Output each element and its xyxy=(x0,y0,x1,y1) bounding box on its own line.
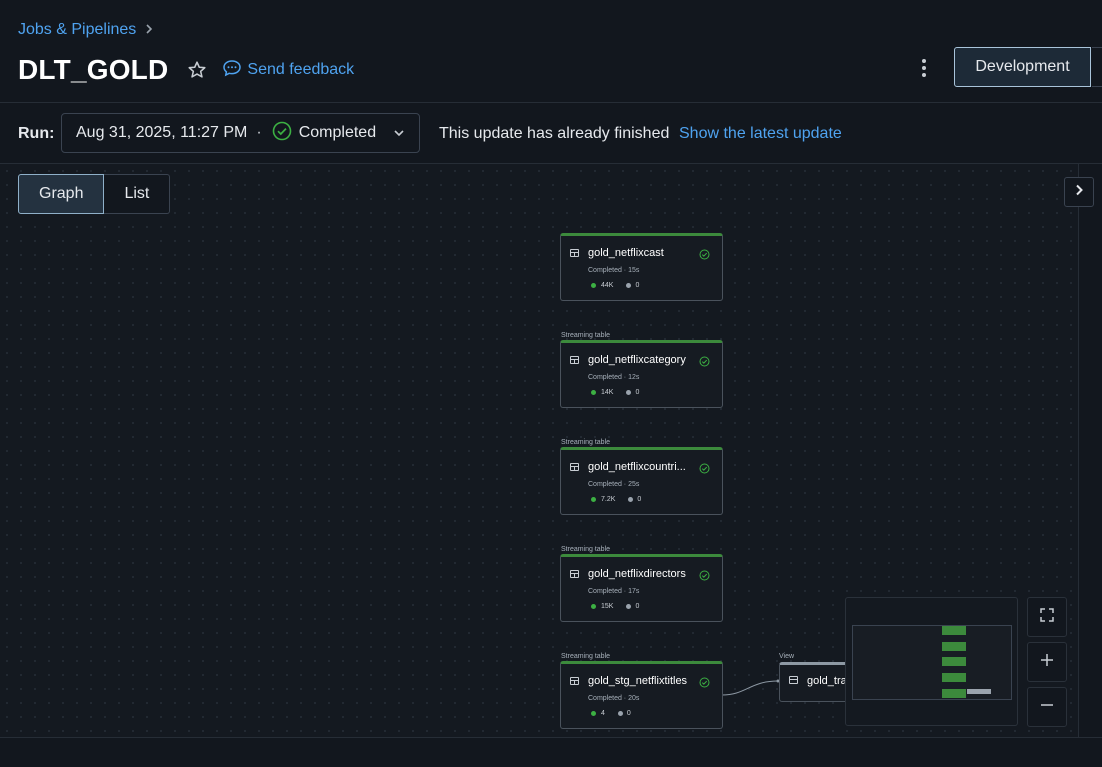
minimap-node xyxy=(942,673,966,682)
node-metrics: 7.2K 0 xyxy=(591,496,641,503)
node-status: Completed · 15s xyxy=(588,267,640,274)
minimap-node xyxy=(942,626,966,635)
graph-node-gold-netflixdirectors[interactable]: gold_netflixdirectors Completed · 17s 15… xyxy=(560,554,723,622)
rows-written: 14K xyxy=(601,389,614,396)
footer-divider xyxy=(0,737,1102,738)
separator-dot: · xyxy=(256,124,262,141)
node-name: gold_netflixcountri... xyxy=(588,461,686,473)
check-circle-icon xyxy=(699,247,710,265)
send-feedback-button[interactable]: Send feedback xyxy=(222,58,354,83)
rows-dropped: 0 xyxy=(635,282,640,289)
side-panel-divider xyxy=(1078,164,1079,737)
update-finished-message: This update has already finished xyxy=(439,125,670,142)
node-type-label: Streaming table xyxy=(561,439,611,446)
minimap-node xyxy=(942,689,966,698)
node-metrics: 15K 0 xyxy=(591,603,639,610)
graph-node-view[interactable]: gold_tra xyxy=(779,662,849,702)
rows-written: 7.2K xyxy=(601,496,616,503)
node-status: Completed · 20s xyxy=(588,695,640,702)
graph-minimap[interactable] xyxy=(845,597,1018,726)
rows-dropped: 0 xyxy=(626,710,631,717)
table-icon xyxy=(789,676,798,684)
graph-node-gold-netflixcountries[interactable]: gold_netflixcountri... Completed · 25s 7… xyxy=(560,447,723,515)
speech-bubble-icon xyxy=(222,58,242,83)
graph-node-gold-netflixcategory[interactable]: gold_netflixcategory Completed · 12s 14K… xyxy=(560,340,723,408)
graph-node-gold-stg-netflixtitles[interactable]: gold_stg_netflixtitles Completed · 20s 4… xyxy=(560,661,723,729)
rows-dropped: 0 xyxy=(637,496,642,503)
table-icon xyxy=(570,677,579,685)
plus-icon xyxy=(1039,652,1055,673)
page-header: Jobs & Pipelines DLT_GOLD Send feedback … xyxy=(0,0,1102,103)
node-metrics: 14K 0 xyxy=(591,389,639,396)
check-circle-icon xyxy=(699,461,710,479)
minus-icon xyxy=(1039,697,1055,718)
node-status: Completed · 12s xyxy=(588,374,640,381)
page-title: DLT_GOLD xyxy=(18,54,169,85)
node-status: Completed · 25s xyxy=(588,481,640,488)
check-circle-icon xyxy=(699,675,710,693)
view-toggle: Graph List xyxy=(18,174,171,214)
node-status: Completed · 17s xyxy=(588,588,640,595)
minimap-node xyxy=(942,642,966,651)
node-name: gold_netflixdirectors xyxy=(588,568,686,580)
node-type-label: Streaming table xyxy=(561,546,611,553)
rows-written: 15K xyxy=(601,603,614,610)
chevron-right-icon xyxy=(144,22,154,39)
node-type-label: Streaming table xyxy=(561,653,611,660)
table-icon xyxy=(570,570,579,578)
check-circle-icon xyxy=(699,568,710,586)
fullscreen-icon xyxy=(1039,607,1055,628)
run-label: Run: xyxy=(18,125,55,142)
rows-written: 44K xyxy=(601,282,614,289)
run-bar: Run: Aug 31, 2025, 11:27 PM · Completed … xyxy=(0,103,1102,164)
development-button[interactable]: Development xyxy=(954,47,1091,87)
run-status: Completed xyxy=(298,124,377,141)
node-metrics: 4 0 xyxy=(591,710,631,717)
fullscreen-button[interactable] xyxy=(1027,597,1067,637)
zoom-in-button[interactable] xyxy=(1027,642,1067,682)
chevron-right-icon xyxy=(1072,183,1086,202)
table-icon xyxy=(570,356,579,364)
chevron-down-icon xyxy=(392,126,406,145)
tab-list[interactable]: List xyxy=(104,174,171,214)
zoom-out-button[interactable] xyxy=(1027,687,1067,727)
node-type-label: Streaming table xyxy=(561,332,611,339)
minimap-node xyxy=(942,657,966,666)
rows-written: 4 xyxy=(601,710,605,717)
graph-node-gold-netflixcast[interactable]: gold_netflixcast Completed · 15s 44K 0 xyxy=(560,233,723,301)
breadcrumb-jobs-pipelines-link[interactable]: Jobs & Pipelines xyxy=(18,21,136,39)
rows-dropped: 0 xyxy=(635,603,640,610)
node-metrics: 44K 0 xyxy=(591,282,639,289)
kebab-menu-icon[interactable] xyxy=(914,56,934,80)
star-icon[interactable] xyxy=(186,59,208,81)
node-name: gold_tra xyxy=(807,675,847,687)
table-icon xyxy=(570,463,579,471)
split-button-edge[interactable] xyxy=(1092,47,1102,87)
run-date: Aug 31, 2025, 11:27 PM xyxy=(76,124,248,141)
check-circle-icon xyxy=(272,121,292,146)
breadcrumb: Jobs & Pipelines xyxy=(18,21,154,39)
node-name: gold_netflixcast xyxy=(588,247,664,259)
tab-graph[interactable]: Graph xyxy=(18,174,105,214)
rows-dropped: 0 xyxy=(635,389,640,396)
send-feedback-label: Send feedback xyxy=(247,61,355,78)
check-circle-icon xyxy=(699,354,710,372)
node-name: gold_stg_netflixtitles xyxy=(588,675,688,687)
node-name: gold_netflixcategory xyxy=(588,354,686,366)
run-selector-dropdown[interactable]: Aug 31, 2025, 11:27 PM · Completed xyxy=(61,113,420,153)
toggle-side-panel-button[interactable] xyxy=(1064,177,1094,207)
minimap-view-node xyxy=(967,689,991,694)
title-row: DLT_GOLD Send feedback xyxy=(18,54,354,86)
show-latest-update-link[interactable]: Show the latest update xyxy=(679,125,842,143)
table-icon xyxy=(570,249,579,257)
graph-edge xyxy=(721,679,780,696)
node-type-label: View xyxy=(779,653,795,660)
